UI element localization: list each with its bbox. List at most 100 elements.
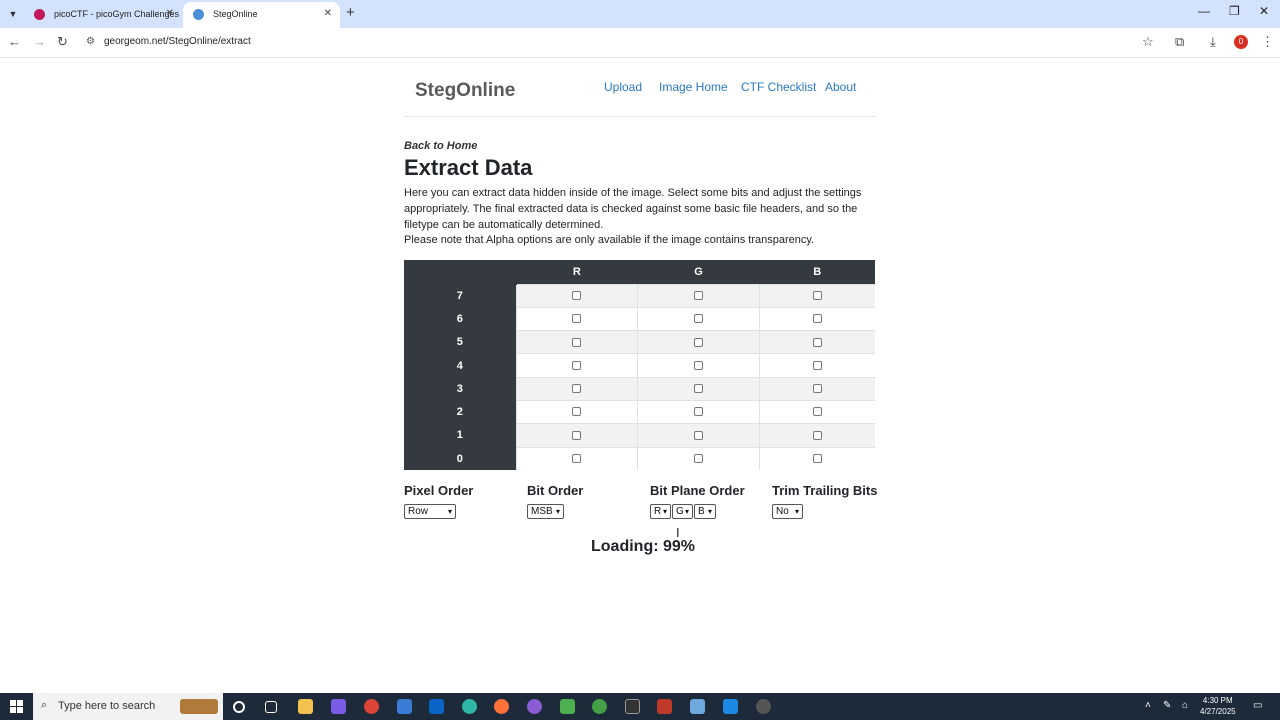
maximize-icon[interactable]: ❐	[1229, 4, 1240, 18]
page-content: StegOnline Upload Image Home CTF Checkli…	[0, 58, 1280, 693]
bit-checkbox[interactable]	[572, 407, 582, 417]
chevron-down-icon: ▾	[707, 507, 712, 516]
bit-checkbox[interactable]	[812, 384, 822, 394]
bit-checkbox[interactable]	[812, 454, 822, 464]
close-window-icon[interactable]: ✕	[1259, 4, 1269, 18]
cortana-icon[interactable]	[233, 701, 245, 713]
nav-ctf-checklist[interactable]: CTF Checklist	[741, 80, 816, 94]
description-text: Here you can extract data hidden inside …	[404, 187, 862, 231]
address-bar[interactable]: ⚙ georgeom.net/StegOnline/extract	[78, 31, 1168, 55]
bit-checkbox[interactable]	[694, 430, 704, 440]
chevron-down-icon: ▾	[447, 507, 452, 516]
bit-plane-select-1[interactable]: R ▾	[650, 504, 671, 519]
chevron-down-icon: ▾	[555, 507, 560, 516]
bit-checkbox[interactable]	[694, 407, 704, 417]
nav-upload[interactable]: Upload	[604, 80, 642, 94]
notification-icon[interactable]: ▭	[1253, 700, 1262, 711]
bit-order-select[interactable]: MSB ▾	[527, 504, 564, 519]
chevron-up-icon[interactable]: ˄	[1145, 700, 1151, 711]
bit-checkbox[interactable]	[812, 360, 822, 370]
tab-search-button[interactable]: ▼	[4, 5, 22, 23]
menu-kebab-icon[interactable]: ⋮	[1261, 34, 1274, 50]
tab-picoctf[interactable]: picoCTF - picoGym Challenges ✕	[24, 2, 182, 28]
pen-icon[interactable]: ✎	[1163, 700, 1171, 711]
nav-about[interactable]: About	[825, 80, 856, 94]
bit-plane-select-3[interactable]: B ▾	[694, 504, 716, 519]
search-highlight-icon[interactable]	[180, 699, 218, 714]
bit-checkbox[interactable]	[572, 384, 582, 394]
search-placeholder: Type here to search	[58, 700, 156, 712]
row-label: 1	[404, 423, 516, 448]
chevron-down-icon: ▾	[662, 507, 667, 516]
row-label: 4	[404, 353, 516, 378]
back-to-home-link[interactable]: Back to Home	[404, 140, 477, 152]
close-tab-icon[interactable]: ✕	[324, 2, 332, 26]
table-row: 6	[404, 306, 875, 331]
bit-checkbox[interactable]	[572, 290, 582, 300]
browser-icon[interactable]	[527, 699, 542, 714]
bit-checkbox[interactable]	[572, 454, 582, 464]
bit-checkbox[interactable]	[812, 430, 822, 440]
extensions-icon[interactable]: ⧉	[1175, 34, 1184, 50]
new-tab-icon[interactable]: +	[346, 4, 355, 21]
copilot-icon[interactable]	[331, 699, 346, 714]
file-explorer-icon[interactable]	[298, 699, 313, 714]
app-icon[interactable]	[592, 699, 607, 714]
bit-checkbox[interactable]	[572, 360, 582, 370]
store-icon[interactable]	[397, 699, 412, 714]
table-row: 2	[404, 399, 875, 424]
bit-plane-select-2[interactable]: G ▾	[672, 504, 693, 519]
bit-checkbox[interactable]	[572, 430, 582, 440]
network-icon[interactable]: ⌂	[1182, 700, 1188, 711]
bookmark-star-icon[interactable]: ☆	[1142, 34, 1154, 50]
back-arrow-icon[interactable]: ←	[8, 34, 21, 49]
pixel-order-select[interactable]: Row ▾	[404, 504, 456, 519]
text-cursor-icon: I	[676, 525, 680, 540]
tab-stegonline[interactable]: StegOnline ✕	[183, 2, 340, 28]
terminal-icon[interactable]	[625, 699, 640, 714]
forward-arrow-icon[interactable]: →	[33, 34, 46, 49]
bit-checkbox[interactable]	[572, 337, 582, 347]
reload-icon[interactable]: ↻	[57, 34, 68, 50]
bit-checkbox[interactable]	[694, 454, 704, 464]
table-row: 5	[404, 330, 875, 354]
bit-checkbox[interactable]	[812, 314, 822, 324]
bit-checkbox[interactable]	[572, 314, 582, 324]
download-icon[interactable]: ⤓	[1210, 34, 1216, 50]
archive-icon[interactable]	[657, 699, 672, 714]
bit-checkbox[interactable]	[812, 407, 822, 417]
bit-checkbox[interactable]	[694, 290, 704, 300]
bit-checkbox[interactable]	[694, 314, 704, 324]
table-row: 7	[404, 283, 875, 308]
profile-avatar[interactable]: 0	[1234, 35, 1248, 49]
windows-start-icon[interactable]	[10, 700, 23, 713]
trim-trailing-label: Trim Trailing Bits	[772, 483, 878, 498]
site-info-icon[interactable]: ⚙	[86, 36, 95, 47]
row-label: 2	[404, 399, 516, 424]
select-value: MSB	[531, 506, 553, 517]
app-icon[interactable]	[756, 699, 771, 714]
bit-checkbox[interactable]	[812, 290, 822, 300]
site-brand[interactable]: StegOnline	[415, 80, 515, 102]
app-icon[interactable]	[560, 699, 575, 714]
bit-checkbox[interactable]	[694, 360, 704, 370]
nav-image-home[interactable]: Image Home	[659, 80, 728, 94]
trim-trailing-select[interactable]: No ▾	[772, 504, 803, 519]
outlook-icon[interactable]	[429, 699, 444, 714]
vscode-icon[interactable]	[723, 699, 738, 714]
column-header-r: R	[516, 260, 638, 284]
close-tab-icon[interactable]: ✕	[166, 2, 174, 26]
search-icon: ⌕	[41, 699, 48, 711]
minimize-icon[interactable]: —	[1198, 4, 1210, 18]
bit-checkbox[interactable]	[694, 337, 704, 347]
firefox-icon[interactable]	[494, 699, 509, 714]
system-clock[interactable]: 4:30 PM 4/27/2025	[1200, 695, 1236, 717]
task-view-icon[interactable]	[265, 701, 277, 713]
app-icon[interactable]	[690, 699, 705, 714]
table-row: 0	[404, 446, 875, 471]
edge-icon[interactable]	[462, 699, 477, 714]
row-label: 6	[404, 306, 516, 331]
chrome-icon[interactable]	[364, 699, 379, 714]
bit-checkbox[interactable]	[812, 337, 822, 347]
bit-checkbox[interactable]	[694, 384, 704, 394]
